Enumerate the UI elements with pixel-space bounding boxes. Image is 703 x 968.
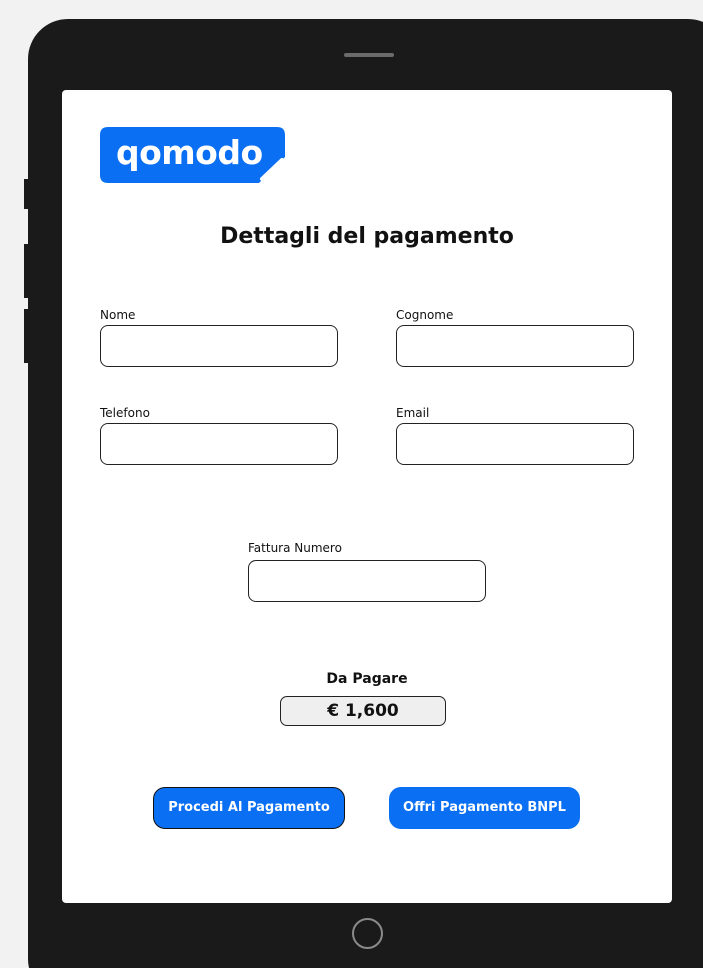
offer-bnpl-button[interactable]: Offri Pagamento BNPL <box>389 787 580 829</box>
cognome-label: Cognome <box>396 308 454 322</box>
fattura-field-group: Fattura Numero <box>248 540 486 602</box>
amount-due-label: Da Pagare <box>326 671 408 687</box>
payment-screen: qomodo Dettagli del pagamento Nome Cogno… <box>62 90 672 903</box>
cognome-input[interactable] <box>396 325 634 367</box>
nome-label: Nome <box>100 308 136 322</box>
telefono-label: Telefono <box>100 406 150 420</box>
nome-input[interactable] <box>100 325 338 367</box>
email-input[interactable] <box>396 423 634 465</box>
logo-text: qomodo <box>116 133 263 172</box>
amount-due-value: € 1,600 <box>280 696 446 726</box>
tablet-speaker <box>344 53 394 57</box>
email-field-group: Email <box>396 405 634 465</box>
fattura-input[interactable] <box>248 560 486 602</box>
telefono-field-group: Telefono <box>100 405 338 465</box>
stage: qomodo Dettagli del pagamento Nome Cogno… <box>0 0 703 968</box>
fattura-label: Fattura Numero <box>248 541 342 555</box>
page-title: Dettagli del pagamento <box>220 224 514 249</box>
email-label: Email <box>396 406 430 420</box>
qomodo-logo: qomodo <box>100 127 285 183</box>
telefono-input[interactable] <box>100 423 338 465</box>
home-button[interactable] <box>352 918 383 949</box>
proceed-payment-button[interactable]: Procedi Al Pagamento <box>153 787 345 829</box>
cognome-field-group: Cognome <box>396 307 634 367</box>
nome-field-group: Nome <box>100 307 338 367</box>
